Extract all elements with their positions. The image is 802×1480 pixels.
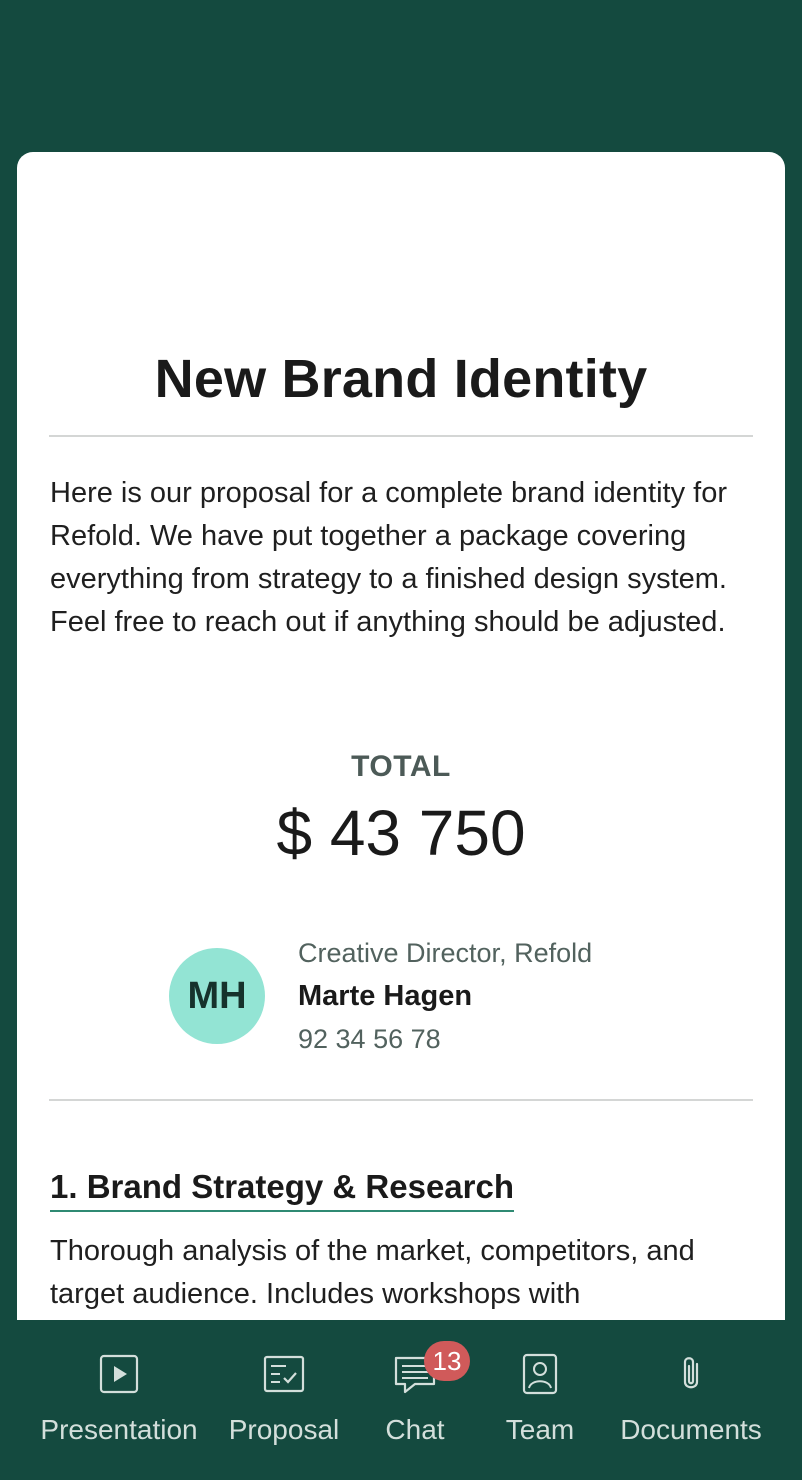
contact-divider [49, 1099, 753, 1101]
tab-team[interactable]: Team [490, 1320, 590, 1480]
paperclip-icon [669, 1352, 713, 1396]
avatar: MH [169, 948, 265, 1044]
contact-role: Creative Director, Refold [298, 938, 593, 968]
tab-documents[interactable]: Documents [610, 1320, 772, 1480]
title-divider [49, 435, 753, 437]
tab-team-label: Team [505, 1414, 575, 1445]
section-body: Thorough analysis of the market, competi… [50, 1235, 695, 1310]
contact-name: Marte Hagen [298, 980, 473, 1012]
proposal-card: New Brand Identity Here is our proposal … [17, 152, 785, 1480]
tab-documents-label: Documents [620, 1414, 762, 1445]
total-label: TOTAL [351, 750, 451, 783]
total-value: $ 43 750 [276, 797, 526, 869]
tab-proposal-label: Proposal [228, 1414, 340, 1445]
contact-info: Creative Director, Refold Marte Hagen 92… [298, 932, 592, 1061]
page-title: New Brand Identity [154, 349, 648, 409]
person-card-icon [518, 1352, 562, 1396]
tab-presentation[interactable]: Presentation [30, 1320, 208, 1480]
tab-chat-label: Chat [385, 1414, 445, 1445]
play-icon [97, 1352, 141, 1396]
bottom-tab-bar: Presentation Proposal Chat Team Document… [0, 1320, 802, 1480]
chat-unread-badge: 13 [424, 1341, 470, 1381]
tab-proposal[interactable]: Proposal [222, 1320, 346, 1480]
intro-text: Here is our proposal for a complete bran… [50, 477, 728, 638]
proposal-screen: New Brand Identity Here is our proposal … [0, 0, 802, 1480]
tab-presentation-label: Presentation [40, 1414, 198, 1445]
checklist-icon [262, 1352, 306, 1396]
section-heading[interactable]: 1. Brand Strategy & Research [50, 1168, 515, 1212]
contact-phone[interactable]: 92 34 56 78 [298, 1018, 592, 1061]
